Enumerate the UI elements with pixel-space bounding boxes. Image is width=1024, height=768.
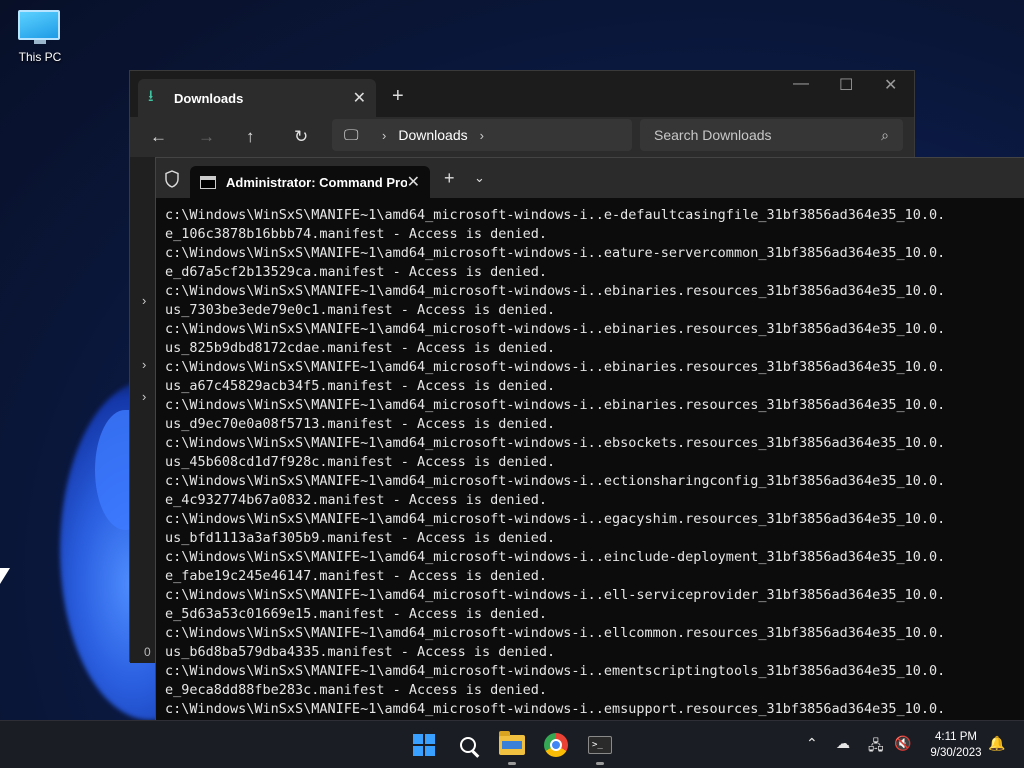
terminal-output-line: us_45b608cd1d7f928c.manifest - Access is…	[165, 454, 556, 470]
running-indicator	[508, 762, 516, 765]
terminal-output-line: c:\Windows\WinSxS\MANIFE~1\amd64_microso…	[165, 549, 946, 565]
terminal-output-line: e_106c3878b16bbb74.manifest - Access is …	[165, 226, 548, 242]
folder-icon	[499, 731, 525, 755]
chevron-right-icon[interactable]: ›	[142, 293, 146, 308]
explorer-titlebar: ⭳ Downloads ✕ + — ☐ ✕	[130, 71, 914, 117]
terminal-output-line: e_5d63a53c01669e15.manifest - Access is …	[165, 606, 548, 622]
terminal-output-line: c:\Windows\WinSxS\MANIFE~1\amd64_microso…	[165, 245, 946, 261]
terminal-output-line: c:\Windows\WinSxS\MANIFE~1\amd64_microso…	[165, 587, 946, 603]
up-button[interactable]: ↑	[246, 127, 255, 147]
taskbar: >_ ⌃ ☁ 🖧 🔇 4:11 PM 9/30/2023 🔔	[0, 720, 1024, 768]
terminal-output-line: c:\Windows\WinSxS\MANIFE~1\amd64_microso…	[165, 435, 946, 451]
clock-date: 9/30/2023	[930, 747, 982, 759]
search-placeholder: Search Downloads	[654, 127, 772, 143]
terminal-icon: >_	[588, 736, 612, 754]
terminal-output-line: us_825b9dbd8172cdae.manifest - Access is…	[165, 340, 556, 356]
terminal-output-line: c:\Windows\WinSxS\MANIFE~1\amd64_microso…	[165, 473, 946, 489]
new-tab-button[interactable]: +	[392, 85, 404, 108]
mouse-cursor	[0, 568, 10, 584]
explorer-toolbar: ← → ↑ ↻ 🖵 › Downloads › Search Downloads…	[130, 117, 914, 157]
taskbar-file-explorer[interactable]	[497, 731, 527, 765]
pc-icon: 🖵	[344, 126, 359, 144]
terminal-output-line: c:\Windows\WinSxS\MANIFE~1\amd64_microso…	[165, 625, 946, 641]
terminal-window: Administrator: Command Pro ✕ + ⌄ c:\Wind…	[155, 157, 1024, 720]
terminal-output[interactable]: c:\Windows\WinSxS\MANIFE~1\amd64_microso…	[165, 206, 1024, 720]
chevron-up-icon[interactable]: ⌃	[806, 735, 818, 752]
start-button[interactable]	[409, 731, 439, 759]
chrome-icon	[544, 733, 568, 757]
terminal-tab-admin[interactable]: Administrator: Command Pro ✕	[190, 166, 430, 198]
terminal-output-line: e_fabe19c245e46147.manifest - Access is …	[165, 568, 548, 584]
command-prompt-icon	[200, 175, 216, 189]
refresh-button[interactable]: ↻	[294, 127, 308, 147]
close-tab-icon[interactable]: ✕	[407, 172, 420, 192]
terminal-output-line: us_b6d8ba579dba4335.manifest - Access is…	[165, 644, 556, 660]
terminal-output-line: us_d9ec70e0a08f5713.manifest - Access is…	[165, 416, 556, 432]
terminal-tab-label: Administrator: Command Pro	[226, 174, 407, 190]
terminal-output-line: us_a67c45829acb34f5.manifest - Access is…	[165, 378, 556, 394]
terminal-output-line: us_7303be3ede79e0c1.manifest - Access is…	[165, 302, 556, 318]
search-icon	[460, 737, 476, 753]
terminal-output-line: c:\Windows\WinSxS\MANIFE~1\amd64_microso…	[165, 321, 946, 337]
chevron-right-icon[interactable]: ›	[142, 389, 146, 404]
breadcrumb-downloads[interactable]: Downloads	[398, 127, 467, 143]
desktop-icon-label: This PC	[18, 50, 62, 64]
chevron-right-icon: ›	[382, 127, 387, 143]
explorer-tab-label: Downloads	[174, 90, 244, 106]
back-button[interactable]: ←	[150, 127, 167, 147]
search-icon: ⌕	[881, 126, 889, 143]
terminal-output-line: e_d67a5cf2b13529ca.manifest - Access is …	[165, 264, 548, 280]
close-tab-icon[interactable]: ✕	[353, 88, 366, 108]
forward-button[interactable]: →	[198, 127, 215, 147]
terminal-output-line: c:\Windows\WinSxS\MANIFE~1\amd64_microso…	[165, 701, 946, 717]
notification-bell-icon[interactable]: 🔔	[988, 735, 1005, 752]
terminal-titlebar: Administrator: Command Pro ✕ + ⌄	[156, 158, 1024, 198]
explorer-tab-downloads[interactable]: ⭳ Downloads ✕	[138, 79, 376, 117]
taskbar-terminal[interactable]: >_	[585, 731, 615, 765]
chevron-right-icon: ›	[479, 127, 484, 143]
clock-time: 4:11 PM	[935, 731, 977, 743]
chevron-down-icon[interactable]: ⌄	[474, 170, 485, 186]
terminal-output-line: c:\Windows\WinSxS\MANIFE~1\amd64_microso…	[165, 397, 946, 413]
terminal-output-line: e_9eca8dd88fbe283c.manifest - Access is …	[165, 682, 548, 698]
terminal-output-line: us_bfd1113a3af305b9.manifest - Access is…	[165, 530, 556, 546]
search-button[interactable]	[453, 731, 483, 759]
terminal-output-line: c:\Windows\WinSxS\MANIFE~1\amd64_microso…	[165, 511, 946, 527]
shield-icon	[165, 170, 179, 188]
address-bar[interactable]: 🖵 › Downloads ›	[332, 119, 632, 151]
search-input[interactable]: Search Downloads ⌕	[640, 119, 903, 151]
taskbar-chrome[interactable]	[541, 731, 571, 759]
close-window-button[interactable]: ✕	[884, 75, 897, 95]
desktop-icon-this-pc[interactable]: This PC	[10, 8, 70, 64]
terminal-output-line: c:\Windows\WinSxS\MANIFE~1\amd64_microso…	[165, 663, 946, 679]
new-tab-button[interactable]: +	[444, 168, 455, 189]
terminal-output-line: c:\Windows\WinSxS\MANIFE~1\amd64_microso…	[165, 207, 946, 223]
clock[interactable]: 4:11 PM 9/30/2023	[920, 729, 992, 761]
download-icon: ⭳	[148, 87, 154, 105]
windows-logo-icon	[413, 734, 435, 756]
running-indicator	[596, 762, 604, 765]
volume-muted-icon[interactable]: 🔇	[894, 735, 911, 752]
maximize-button[interactable]: ☐	[839, 75, 853, 95]
item-count: 0	[144, 645, 151, 659]
navigation-pane: › › › 0	[130, 157, 157, 663]
monitor-icon	[18, 10, 62, 44]
terminal-output-line: e_4c932774b67a0832.manifest - Access is …	[165, 492, 548, 508]
chevron-right-icon[interactable]: ›	[142, 357, 146, 372]
network-icon[interactable]: 🖧	[868, 735, 884, 759]
minimize-button[interactable]: —	[793, 75, 809, 93]
terminal-output-line: c:\Windows\WinSxS\MANIFE~1\amd64_microso…	[165, 359, 946, 375]
terminal-output-line: c:\Windows\WinSxS\MANIFE~1\amd64_microso…	[165, 283, 946, 299]
onedrive-icon[interactable]: ☁	[836, 735, 850, 752]
